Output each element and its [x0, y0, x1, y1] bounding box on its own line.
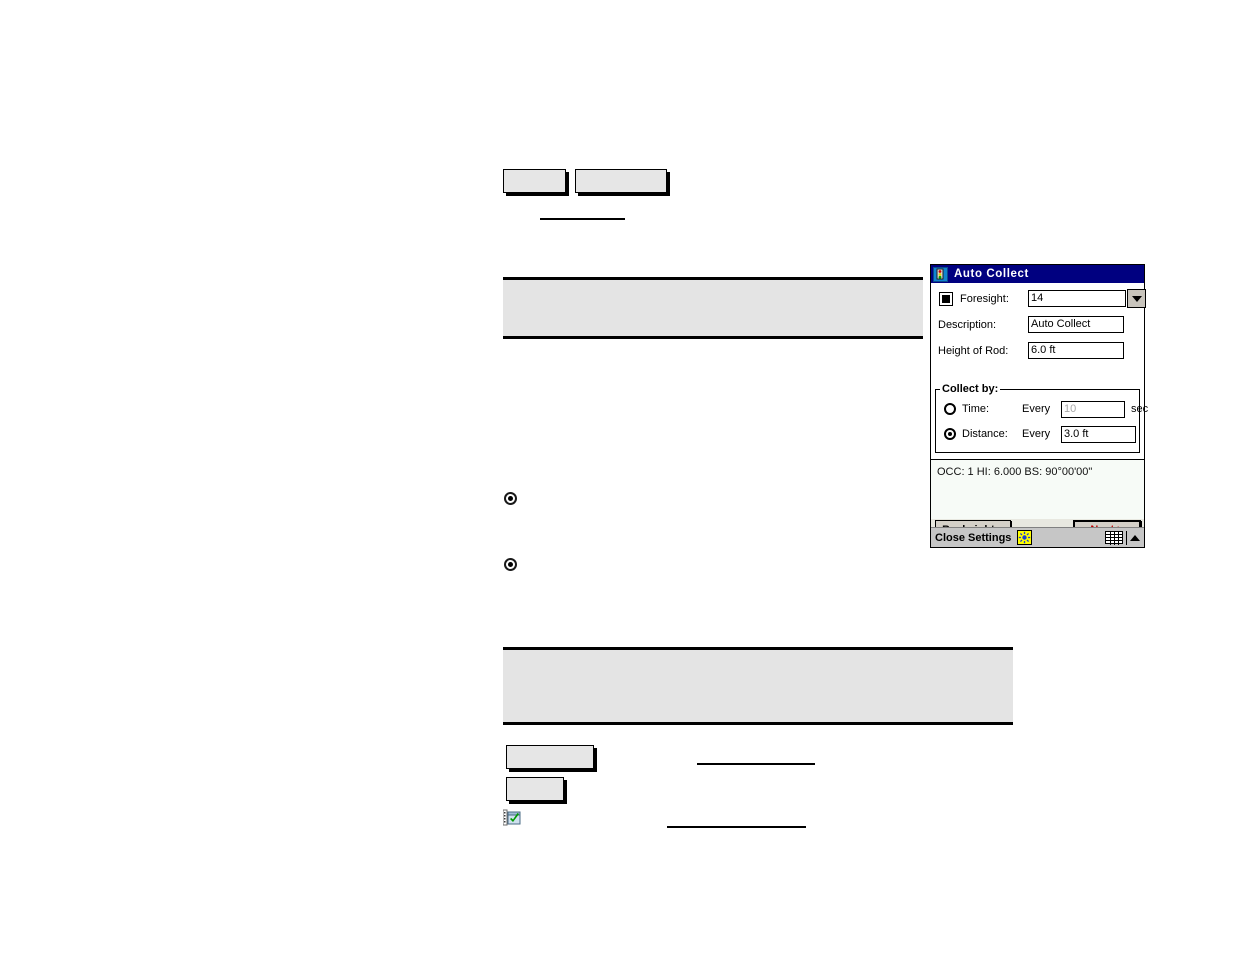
doc-bullet-two	[504, 558, 517, 571]
field-row-description: Description: Auto Collect	[934, 315, 1141, 334]
dialog-title: Auto Collect	[954, 268, 1029, 280]
foresight-marker-icon[interactable]	[939, 291, 953, 306]
doc-link-b[interactable]	[697, 763, 815, 765]
collect-by-label: Collect by:	[940, 383, 1001, 395]
time-unit-label: sec	[1131, 403, 1149, 415]
description-input[interactable]: Auto Collect	[1028, 316, 1124, 333]
distance-label: Distance:	[962, 428, 1008, 440]
note-box-bottom	[503, 647, 1013, 725]
foresight-label: Foresight:	[960, 292, 1009, 305]
doc-button-b[interactable]	[575, 169, 667, 193]
dialog-titlebar: Auto Collect	[931, 265, 1144, 283]
radio-distance[interactable]	[944, 428, 956, 440]
foresight-input[interactable]: 14	[1028, 290, 1126, 307]
distance-interval-input[interactable]: 3.0 ft	[1061, 426, 1136, 443]
field-row-foresight: Foresight: 14	[934, 289, 1146, 308]
time-every-label: Every	[1022, 403, 1051, 415]
status-readout: OCC: 1 HI: 6.000 BS: 90°00'00"	[931, 459, 1144, 519]
description-label: Description:	[938, 318, 997, 331]
field-row-height-of-rod: Height of Rod: 6.0 ft	[934, 341, 1141, 360]
doc-button-wide[interactable]	[506, 745, 594, 769]
dialog-taskbar: Close Settings	[931, 527, 1144, 547]
chevron-up-icon[interactable]	[1130, 534, 1140, 541]
doc-button-a[interactable]	[503, 169, 566, 193]
auto-collect-dialog: Auto Collect Foresight: 14 Description: …	[930, 264, 1148, 548]
note-box-top	[503, 277, 923, 339]
doc-link-a[interactable]	[540, 218, 625, 220]
doc-button-narrow[interactable]	[506, 777, 564, 801]
doc-bullet-one	[504, 492, 517, 505]
doc-link-c[interactable]	[667, 826, 806, 828]
keyboard-icon[interactable]	[1105, 531, 1123, 545]
sun-icon[interactable]	[1017, 530, 1033, 545]
radio-time[interactable]	[944, 403, 956, 415]
chevron-down-icon	[1131, 295, 1142, 302]
height-of-rod-input[interactable]: 6.0 ft	[1028, 342, 1124, 359]
close-settings-button[interactable]: Close Settings	[935, 532, 1011, 544]
collect-by-group: Collect by: Time: Every 10 sec Distance:…	[935, 383, 1148, 453]
distance-every-label: Every	[1022, 428, 1051, 440]
status-line-text: OCC: 1 HI: 6.000 BS: 90°00'00"	[937, 466, 1093, 478]
time-interval-input[interactable]: 10	[1061, 401, 1125, 418]
taskbar-divider	[1126, 530, 1127, 545]
dialog-body: Foresight: 14 Description: Auto Collect …	[931, 283, 1148, 543]
time-label: Time:	[962, 403, 990, 415]
traffic-light-icon	[933, 266, 948, 282]
document-check-icon	[503, 809, 521, 826]
height-of-rod-label: Height of Rod:	[938, 344, 1009, 357]
foresight-dropdown-button[interactable]	[1127, 289, 1146, 308]
